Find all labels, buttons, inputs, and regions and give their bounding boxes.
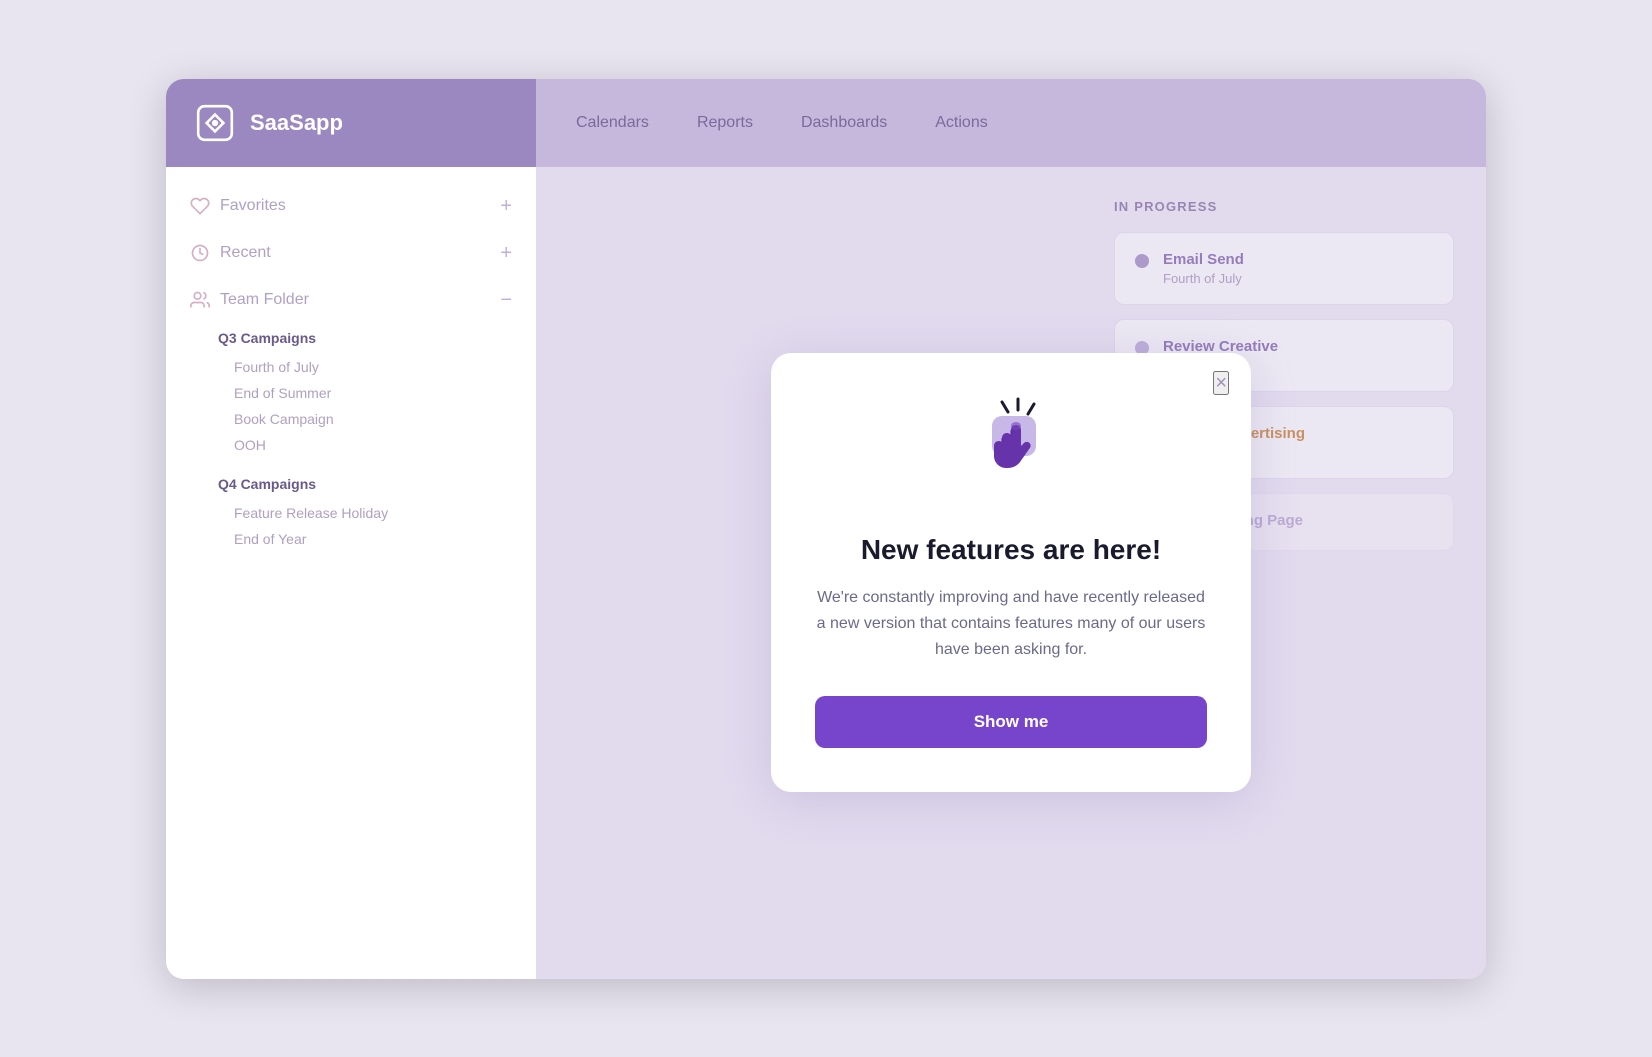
feature-modal: × xyxy=(771,353,1251,792)
sidebar-favorites-section: Favorites + xyxy=(190,195,512,218)
q3-group-label: Q3 Campaigns xyxy=(218,330,512,346)
app-name: SaaSapp xyxy=(250,110,343,136)
logo-area: SaaSapp xyxy=(166,79,536,167)
sidebar-recent-section: Recent + xyxy=(190,242,512,265)
main-nav: Calendars Reports Dashboards Actions xyxy=(536,79,1486,167)
sidebar-item-ooh[interactable]: OOH xyxy=(190,432,512,458)
sidebar-item-book-campaign[interactable]: Book Campaign xyxy=(190,406,512,432)
sidebar-favorites-title: Favorites xyxy=(190,196,286,216)
sidebar-item-feature-release[interactable]: Feature Release Holiday xyxy=(190,500,512,526)
nav-dashboards[interactable]: Dashboards xyxy=(801,114,887,132)
top-bar: SaaSapp Calendars Reports Dashboards Act… xyxy=(166,79,1486,167)
heart-icon xyxy=(190,196,210,216)
modal-title: New features are here! xyxy=(861,533,1161,567)
nav-calendars[interactable]: Calendars xyxy=(576,114,649,132)
nav-actions[interactable]: Actions xyxy=(935,114,987,132)
recent-label: Recent xyxy=(220,244,271,262)
q4-group-label: Q4 Campaigns xyxy=(218,476,512,492)
modal-description: We're constantly improving and have rece… xyxy=(815,585,1207,664)
page-area: IN PROGRESS Email Send Fourth of July Re… xyxy=(536,167,1486,979)
main-content: Favorites + Recent + xyxy=(166,167,1486,979)
sidebar: Favorites + Recent + xyxy=(166,167,536,979)
modal-icon-area xyxy=(951,389,1071,509)
hand-pointer-icon xyxy=(956,394,1066,504)
sidebar-teamfolder-section: Team Folder − Q3 Campaigns Fourth of Jul… xyxy=(190,289,512,552)
recent-add-button[interactable]: + xyxy=(500,242,512,265)
favorites-add-button[interactable]: + xyxy=(500,195,512,218)
modal-close-button[interactable]: × xyxy=(1213,371,1229,395)
teamfolder-label: Team Folder xyxy=(220,291,309,309)
sidebar-teamfolder-header: Team Folder − xyxy=(190,289,512,312)
sidebar-item-fourth-of-july[interactable]: Fourth of July xyxy=(190,354,512,380)
nav-reports[interactable]: Reports xyxy=(697,114,753,132)
clock-icon xyxy=(190,243,210,263)
modal-overlay: × xyxy=(536,167,1486,979)
sidebar-item-end-of-year[interactable]: End of Year xyxy=(190,526,512,552)
sidebar-favorites-header: Favorites + xyxy=(190,195,512,218)
app-container: SaaSapp Calendars Reports Dashboards Act… xyxy=(166,79,1486,979)
team-icon xyxy=(190,290,210,310)
teamfolder-collapse-button[interactable]: − xyxy=(500,289,512,312)
sidebar-recent-title: Recent xyxy=(190,243,271,263)
sidebar-recent-header: Recent + xyxy=(190,242,512,265)
favorites-label: Favorites xyxy=(220,197,286,215)
sidebar-item-end-of-summer[interactable]: End of Summer xyxy=(190,380,512,406)
logo-icon xyxy=(194,102,236,144)
show-me-button[interactable]: Show me xyxy=(815,696,1207,748)
sidebar-teamfolder-title: Team Folder xyxy=(190,290,309,310)
